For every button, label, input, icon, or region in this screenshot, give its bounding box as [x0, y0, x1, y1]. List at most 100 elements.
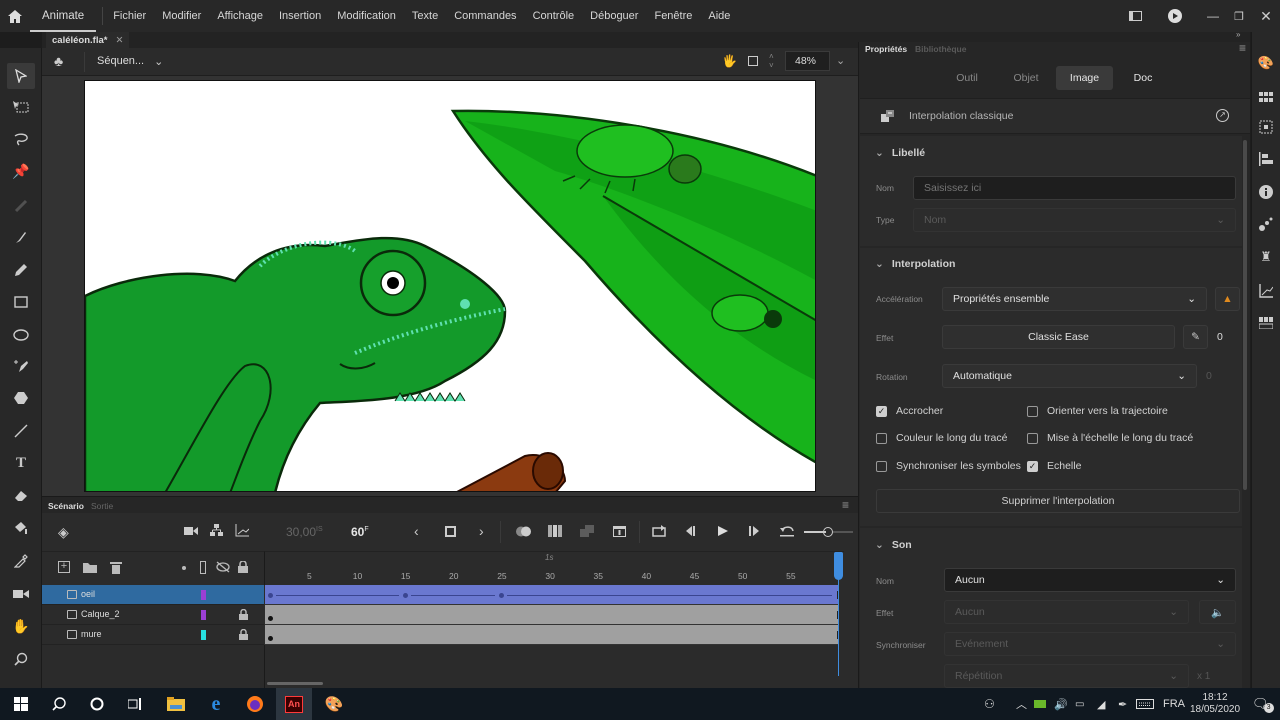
paint-bucket-tool-icon[interactable] [7, 515, 35, 541]
tab-sortie[interactable]: Sortie [91, 501, 113, 511]
fps-display[interactable]: 30,00IS [286, 525, 323, 539]
minimize-button[interactable]: — [1200, 0, 1226, 32]
language-indicator[interactable]: FRA [1163, 688, 1185, 720]
section-son-title[interactable]: ⌄ Son [875, 539, 912, 551]
menu-fichier[interactable]: Fichier [113, 10, 154, 22]
checkbox-option[interactable]: ✓ Accrocher [876, 405, 943, 417]
collapse-panel-icon[interactable]: » [1236, 30, 1240, 39]
checkbox-checked[interactable]: ✓ [1027, 460, 1038, 472]
show-hidden-icons-chevron[interactable]: ︿ [1016, 688, 1027, 720]
remove-tween-button[interactable]: Supprimer l'interpolation [876, 489, 1240, 513]
highlight-layers-icon[interactable] [182, 566, 186, 570]
keyframe-dot[interactable] [267, 636, 273, 641]
checkbox-unchecked[interactable] [876, 432, 887, 444]
menu-modification[interactable]: Modification [337, 10, 404, 22]
properties-scrollbar[interactable] [1243, 140, 1247, 490]
zoom-input[interactable]: 48% [785, 51, 830, 71]
transform-icon[interactable] [1257, 118, 1275, 136]
rotation-select[interactable]: Automatique ⌄ [942, 364, 1197, 388]
step-back-icon[interactable] [684, 526, 696, 536]
menu-deboguer[interactable]: Déboguer [590, 10, 646, 22]
camera-toggle-icon[interactable] [184, 526, 198, 536]
battery-icon[interactable]: ▭ [1075, 688, 1084, 720]
playhead-handle[interactable] [834, 552, 843, 580]
menu-modifier[interactable]: Modifier [162, 10, 209, 22]
checkbox-option[interactable]: ✓ Echelle [1027, 460, 1081, 472]
close-tab-icon[interactable]: ✕ [115, 35, 123, 46]
subtab-outil[interactable]: Outil [942, 66, 992, 90]
menu-controle[interactable]: Contrôle [533, 10, 583, 22]
visibility-toggle-icon[interactable] [216, 561, 230, 573]
lasso-tool-icon[interactable] [7, 127, 35, 153]
checkbox-option[interactable]: Mise à l'échelle le long du tracé [1027, 432, 1193, 444]
layer-color-swatch[interactable] [201, 630, 206, 640]
sound-name-select[interactable]: Aucun ⌄ [944, 568, 1236, 592]
menu-insertion[interactable]: Insertion [279, 10, 329, 22]
checkbox-option[interactable]: Synchroniser les symboles [876, 460, 1021, 472]
frames-row[interactable] [265, 585, 839, 605]
adobe-animate-taskbar-icon[interactable]: An [276, 688, 312, 720]
layer-depth-icon[interactable] [235, 524, 249, 537]
menu-fenetre[interactable]: Fenêtre [654, 10, 700, 22]
brush-tool-icon[interactable] [7, 224, 35, 250]
type-select[interactable]: Nom ⌄ [913, 208, 1236, 232]
camera-tool-icon[interactable] [7, 581, 35, 607]
restore-button[interactable]: ❐ [1226, 0, 1252, 32]
open-external-icon[interactable]: ↗ [1216, 109, 1229, 122]
eyedropper-tool-icon[interactable] [7, 548, 35, 574]
tab-proprietes[interactable]: Propriétés [865, 44, 907, 54]
keyframe-dot[interactable] [402, 593, 408, 598]
assets-icon[interactable]: ♜ [1257, 248, 1275, 266]
close-window-button[interactable]: ✕ [1252, 0, 1280, 32]
prev-keyframe-icon[interactable]: ‹ [414, 523, 419, 539]
layer-name[interactable]: mure [81, 629, 102, 639]
menu-commandes[interactable]: Commandes [454, 10, 524, 22]
wifi-icon[interactable]: ◢ [1097, 688, 1105, 720]
stage-canvas[interactable] [84, 80, 816, 492]
delete-layer-icon[interactable] [110, 561, 122, 574]
next-keyframe-icon[interactable]: › [479, 523, 484, 539]
components-icon[interactable] [1257, 314, 1275, 332]
section-interpolation-title[interactable]: ⌄ Interpolation [875, 258, 955, 270]
clock[interactable]: 18:12 18/05/2020 [1190, 688, 1240, 720]
onion-skin-icon[interactable] [516, 526, 532, 537]
new-layer-icon[interactable]: + [58, 561, 70, 573]
scene-symbol-icon[interactable]: ♣ [54, 53, 72, 71]
layer-parenting-icon[interactable] [210, 524, 223, 537]
insert-keyframe-icon[interactable] [445, 526, 456, 537]
checkbox-option[interactable]: Orienter vers la trajectoire [1027, 405, 1168, 417]
align-icon[interactable] [1257, 150, 1275, 168]
pen-tool-icon[interactable] [7, 353, 35, 379]
rewind-icon[interactable] [780, 525, 794, 537]
new-folder-icon[interactable] [83, 562, 97, 573]
loop-icon[interactable] [652, 525, 666, 537]
rotation-count[interactable]: 0 [1206, 370, 1212, 382]
internet-explorer-icon[interactable]: e [197, 688, 235, 720]
home-icon[interactable] [0, 0, 30, 32]
lock-icon[interactable] [239, 629, 248, 640]
zoom-slider-thumb[interactable] [823, 527, 833, 537]
nvidia-icon[interactable] [1034, 688, 1046, 720]
menu-aide[interactable]: Aide [708, 10, 738, 22]
edit-ease-pencil-icon[interactable]: ✎ [1183, 325, 1208, 349]
nom-input[interactable] [913, 176, 1236, 200]
action-center-icon[interactable]: 🗨 3 [1252, 688, 1274, 720]
paint-app-icon[interactable]: 🎨 [315, 688, 353, 720]
document-tab[interactable]: caléléon.fla* ✕ [46, 32, 130, 48]
rectangle-tool-icon[interactable] [7, 289, 35, 315]
keyframe-dot[interactable] [267, 593, 273, 598]
checkbox-unchecked[interactable] [1027, 432, 1038, 444]
polystar-tool-icon[interactable] [7, 385, 35, 411]
motion-presets-icon[interactable] [1257, 215, 1275, 233]
keyframe-dot[interactable] [498, 593, 504, 598]
tab-bibliotheque[interactable]: Bibliothèque [915, 44, 966, 54]
section-libelle-title[interactable]: ⌄ Libellé [875, 147, 925, 159]
frames-row[interactable] [265, 605, 839, 625]
outline-toggle-icon[interactable] [200, 561, 206, 574]
task-view-icon[interactable] [116, 688, 154, 720]
layer-row[interactable]: Calque_2 [42, 605, 264, 625]
zoom-dropdown-icon[interactable]: ⌄ [836, 54, 845, 67]
layer-name[interactable]: Calque_2 [81, 609, 120, 619]
layer-color-swatch[interactable] [201, 590, 206, 600]
test-movie-play-icon[interactable] [1164, 0, 1186, 32]
